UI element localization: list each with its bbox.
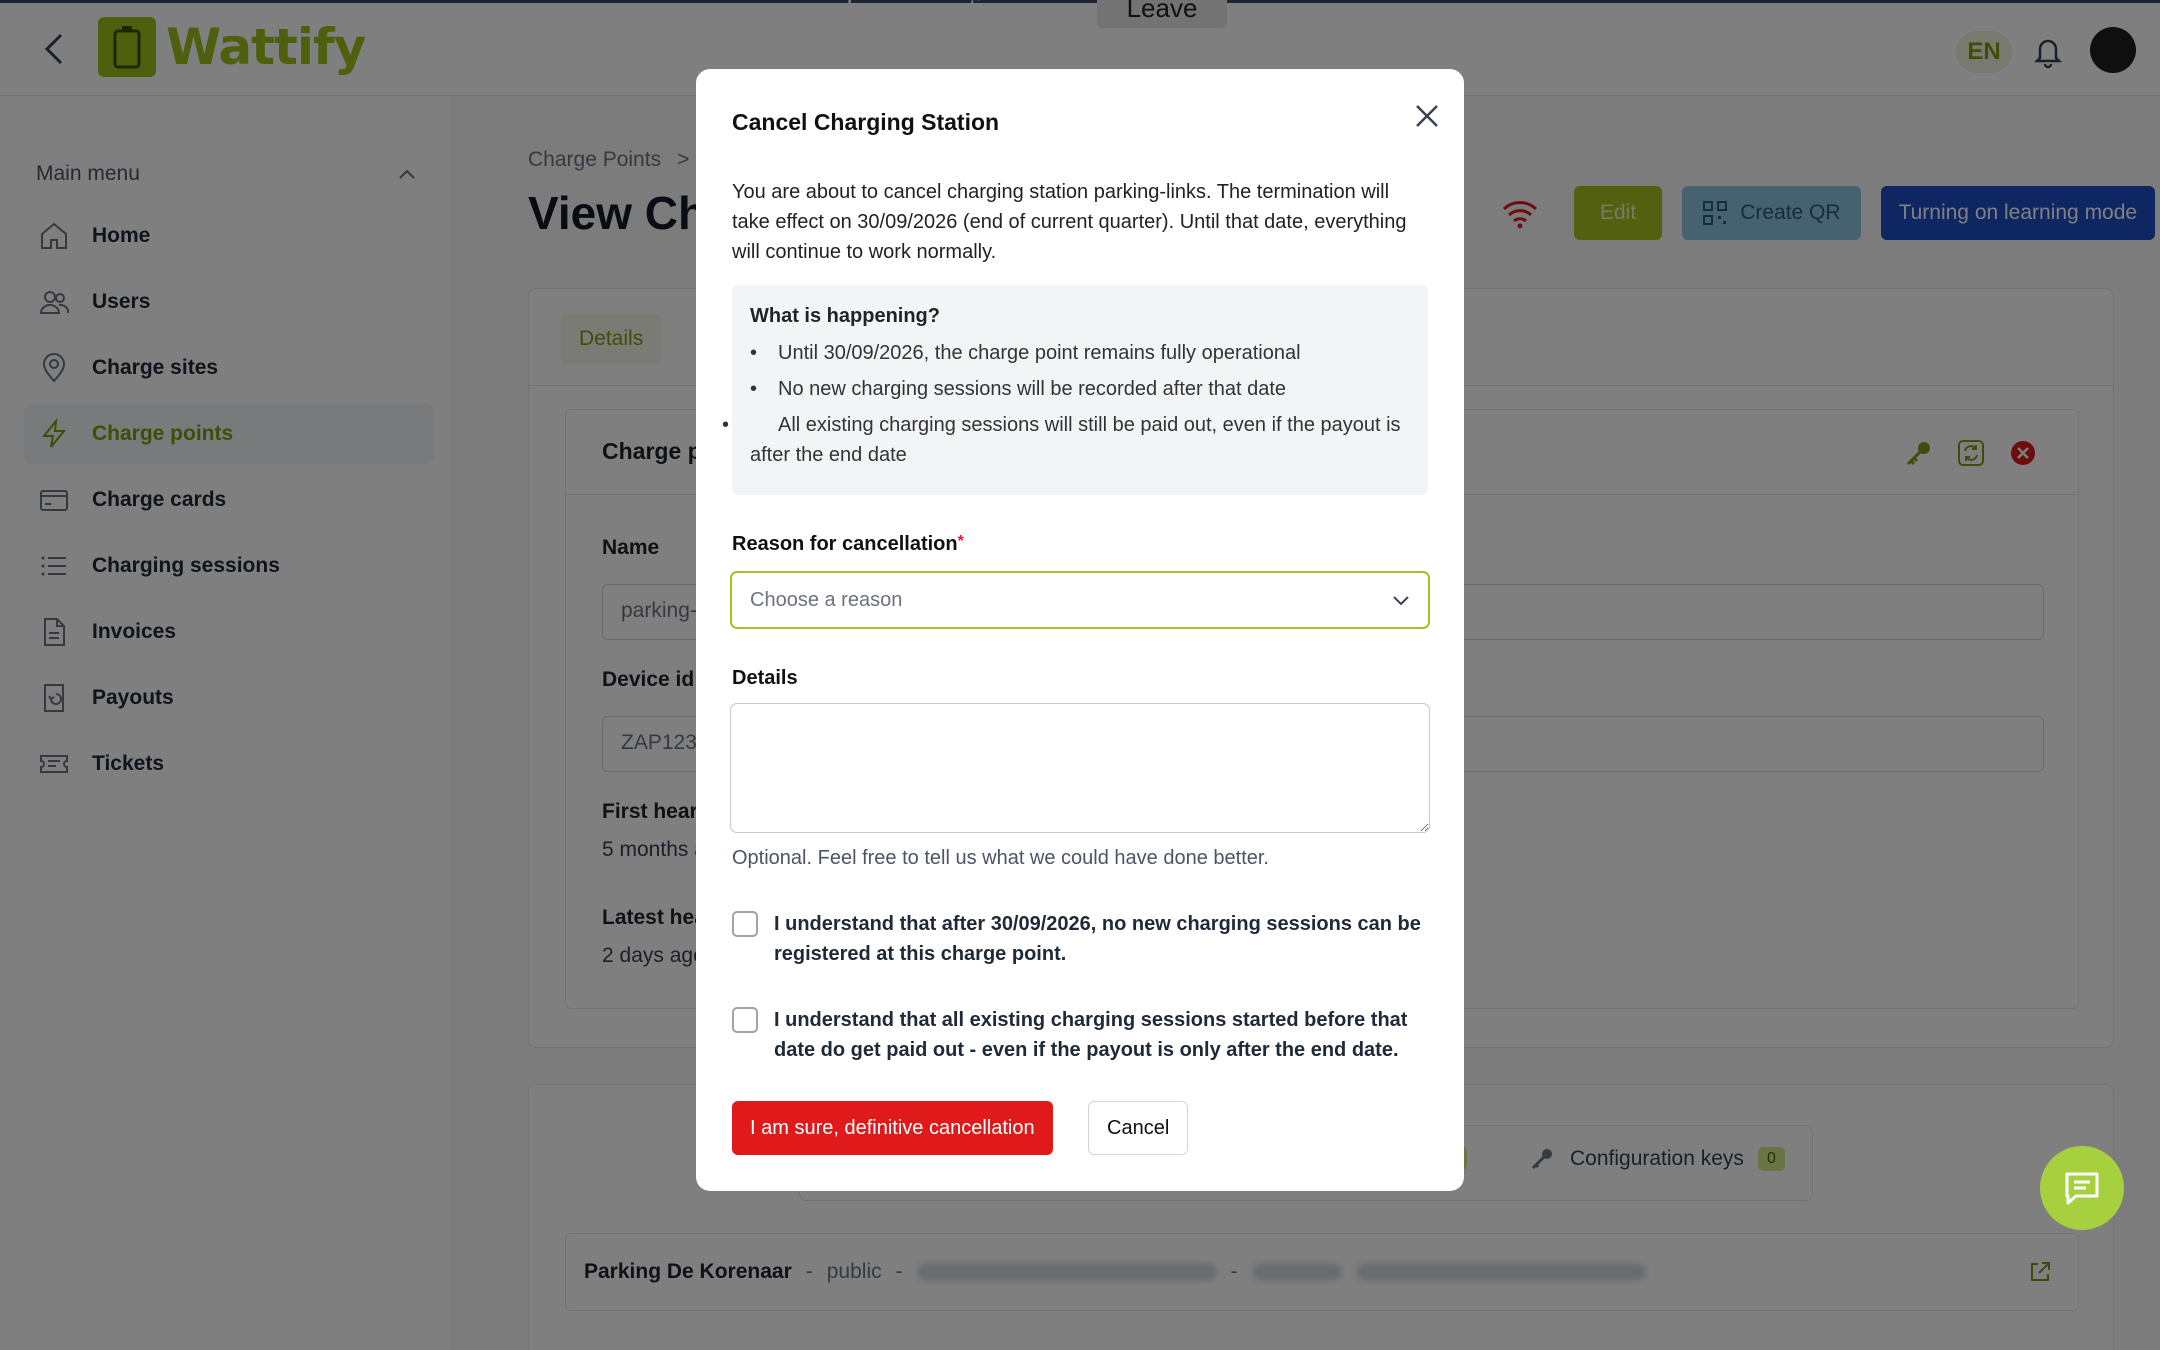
close-button[interactable] bbox=[1406, 95, 1448, 137]
acknowledge-text-2[interactable]: I understand that all existing charging … bbox=[774, 1005, 1432, 1065]
chat-button[interactable] bbox=[2040, 1146, 2124, 1230]
reason-label: Reason for cancellation* bbox=[732, 533, 964, 556]
dialog-intro: You are about to cancel charging station… bbox=[732, 181, 1407, 263]
dialog-title: Cancel Charging Station bbox=[732, 109, 1000, 135]
acknowledge-checkbox-1[interactable] bbox=[732, 911, 758, 937]
chevron-down-icon bbox=[1393, 596, 1409, 606]
info-box: What is happening? Until 30/09/2026, the… bbox=[722, 285, 1428, 495]
chat-bubble-icon bbox=[2065, 1172, 2099, 1205]
acknowledge-row-1: I understand that after 30/09/2026, no n… bbox=[732, 909, 1432, 969]
acknowledge-text-1[interactable]: I understand that after 30/09/2026, no n… bbox=[774, 909, 1432, 969]
details-hint: Optional. Feel free to tell us what we c… bbox=[732, 847, 1269, 869]
acknowledge-row-2: I understand that all existing charging … bbox=[732, 1005, 1432, 1065]
confirm-cancellation-button[interactable]: I am sure, definitive cancellation bbox=[732, 1101, 1053, 1155]
cancel-station-dialog: Cancel Charging Station You are about to… bbox=[696, 69, 1464, 1191]
required-marker: * bbox=[957, 533, 964, 550]
info-item: All existing charging sessions will stil… bbox=[722, 410, 1410, 470]
details-textarea[interactable] bbox=[730, 703, 1430, 833]
reason-select[interactable]: Choose a reason bbox=[730, 571, 1430, 629]
cancel-button[interactable]: Cancel bbox=[1088, 1101, 1189, 1155]
details-label: Details bbox=[732, 667, 798, 689]
info-item: Until 30/09/2026, the charge point remai… bbox=[750, 338, 1410, 368]
reason-placeholder: Choose a reason bbox=[750, 588, 903, 611]
info-title: What is happening? bbox=[750, 305, 940, 327]
reason-label-text: Reason for cancellation bbox=[732, 533, 958, 555]
info-item: No new charging sessions will be recorde… bbox=[750, 374, 1410, 404]
close-icon bbox=[1416, 105, 1438, 127]
acknowledge-checkbox-2[interactable] bbox=[732, 1007, 758, 1033]
info-list: Until 30/09/2026, the charge point remai… bbox=[722, 338, 1410, 470]
